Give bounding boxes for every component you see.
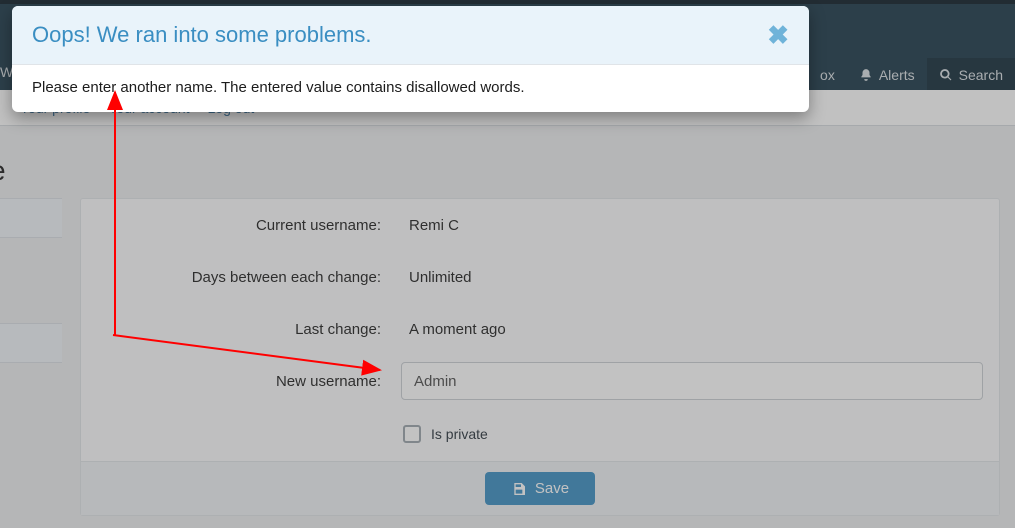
error-message: Please enter another name. The entered v…	[12, 64, 809, 112]
error-title: Oops! We ran into some problems.	[32, 22, 372, 48]
close-icon[interactable]: ✖	[767, 22, 789, 48]
error-dialog: Oops! We ran into some problems. ✖ Pleas…	[12, 6, 809, 112]
